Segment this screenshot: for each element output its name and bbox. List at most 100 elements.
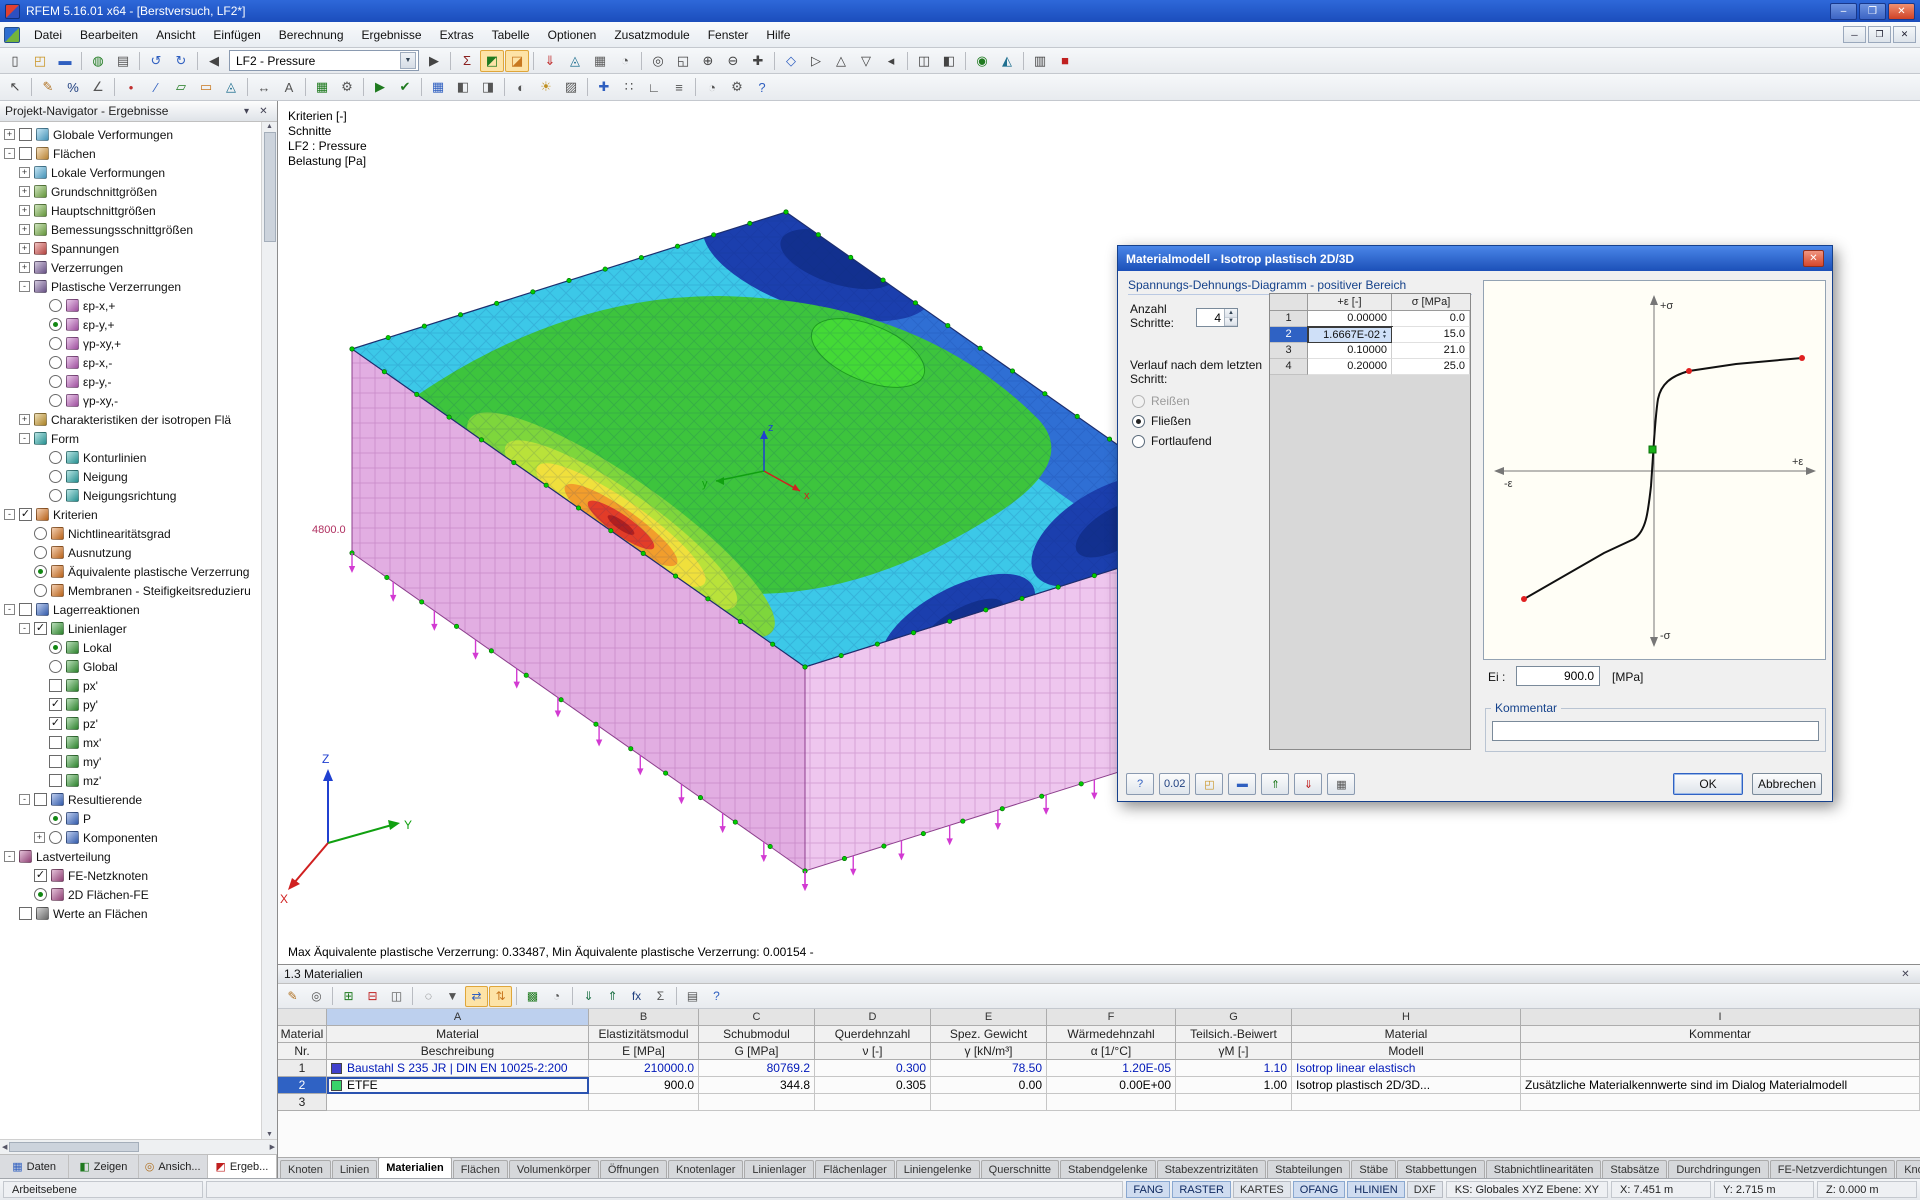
expand-icon[interactable]: + — [19, 224, 30, 235]
tree-item[interactable]: Ausnutzung — [0, 543, 259, 562]
radio-unselected[interactable] — [49, 337, 62, 350]
scrollbar-thumb[interactable] — [263, 132, 276, 242]
checkbox-unchecked[interactable] — [19, 128, 32, 141]
row-number[interactable]: 3 — [1270, 343, 1308, 359]
tree-item[interactable]: - Resultierende — [0, 790, 259, 809]
table-tab-9[interactable]: Liniengelenke — [895, 1160, 980, 1178]
function-fx-icon[interactable]: fx — [625, 986, 648, 1007]
column-letter-E[interactable]: E — [931, 1009, 1047, 1026]
column-letter-G[interactable]: G — [1176, 1009, 1292, 1026]
select-arrow-icon[interactable]: ↖ — [3, 76, 27, 98]
row-number[interactable]: 2 — [278, 1077, 327, 1094]
cell-E-1[interactable]: 78.50 — [931, 1060, 1047, 1077]
ei-value-field[interactable]: 900.0 — [1516, 666, 1600, 686]
tree-horizontal-scrollbar[interactable]: ◀ ▶ — [0, 1139, 277, 1154]
cell-E-3[interactable] — [931, 1094, 1047, 1111]
print-graphic-icon[interactable]: ▥ — [1028, 50, 1052, 72]
show-panel-icon[interactable]: ◨ — [476, 76, 500, 98]
scroll-down-icon[interactable]: ▼ — [266, 1131, 273, 1138]
tree-item[interactable]: Werte an Flächen — [0, 904, 259, 923]
tree-item[interactable]: Nichtlinearitätsgrad — [0, 524, 259, 543]
dialog-units-icon[interactable]: 0.02 — [1159, 773, 1191, 795]
menu-item-7[interactable]: Tabelle — [483, 24, 539, 46]
cell-H-1[interactable]: Isotrop linear elastisch — [1292, 1060, 1521, 1077]
redo-icon[interactable]: ↻ — [169, 50, 193, 72]
epsilon-cell[interactable]: 0.10000 — [1308, 343, 1392, 359]
mdi-minimize-button[interactable]: ─ — [1843, 26, 1866, 43]
cell-D-3[interactable] — [815, 1094, 931, 1111]
tree-item[interactable]: - Flächen — [0, 144, 259, 163]
table-help-icon[interactable]: ? — [705, 986, 728, 1007]
calculation-icon[interactable]: Σ — [455, 50, 479, 72]
next-load-case-icon[interactable]: ▶ — [422, 50, 446, 72]
radio-unselected[interactable] — [49, 299, 62, 312]
scroll-left-icon[interactable]: ◀ — [2, 1143, 7, 1151]
cell-B-3[interactable] — [589, 1094, 699, 1111]
tree-item[interactable]: - Form — [0, 429, 259, 448]
menu-item-2[interactable]: Ansicht — [147, 24, 204, 46]
table-tab-5[interactable]: Öffnungen — [599, 1160, 668, 1178]
expand-icon[interactable]: + — [34, 832, 45, 843]
dimensions-icon[interactable]: ↔ — [252, 76, 276, 98]
tree-item[interactable]: εp-x,- — [0, 353, 259, 372]
cell-I-3[interactable] — [1521, 1094, 1920, 1111]
pin-icon[interactable]: ▾ — [238, 103, 255, 119]
maximize-button[interactable]: ❐ — [1859, 2, 1886, 20]
row-number[interactable]: 1 — [1270, 311, 1308, 327]
tree-item[interactable]: - ✓ Kriterien — [0, 505, 259, 524]
tree-item[interactable]: mx' — [0, 733, 259, 752]
menu-item-1[interactable]: Bearbeiten — [71, 24, 147, 46]
checkbox-unchecked[interactable] — [19, 147, 32, 160]
table-tab-1[interactable]: Linien — [331, 1160, 378, 1178]
insert-support-icon[interactable]: ◬ — [219, 76, 243, 98]
delete-row-icon[interactable]: ⊟ — [361, 986, 384, 1007]
view-in-y-icon[interactable]: △ — [829, 50, 853, 72]
new-file-icon[interactable]: ▯ — [3, 50, 27, 72]
scroll-right-icon[interactable]: ▶ — [270, 1143, 275, 1151]
show-mesh-icon[interactable]: ▦ — [588, 50, 612, 72]
radio-unselected[interactable] — [1132, 394, 1145, 408]
measure-angle-icon[interactable]: ∠ — [86, 76, 110, 98]
zoom-all-icon[interactable]: ◎ — [646, 50, 670, 72]
expand-icon[interactable]: + — [19, 243, 30, 254]
table-tab-7[interactable]: Linienlager — [744, 1160, 815, 1178]
epsilon-cell[interactable]: 0.00000 — [1308, 311, 1392, 327]
collapse-icon[interactable]: - — [19, 623, 30, 634]
option-selected-1[interactable]: Fließen — [1132, 414, 1191, 428]
menu-item-0[interactable]: Datei — [25, 24, 71, 46]
cell-B-1[interactable]: 210000.0 — [589, 1060, 699, 1077]
tree-item[interactable]: Konturlinien — [0, 448, 259, 467]
collapse-icon[interactable]: - — [4, 148, 15, 159]
column-letter-D[interactable]: D — [815, 1009, 931, 1026]
cell-I-2[interactable]: Zusätzliche Materialkennwerte sind im Di… — [1521, 1077, 1920, 1094]
ok-button[interactable]: OK — [1673, 773, 1743, 795]
checkbox-unchecked[interactable] — [34, 793, 47, 806]
guidelines-icon[interactable]: ≡ — [667, 76, 691, 98]
radio-unselected[interactable] — [34, 584, 47, 597]
snap-icon[interactable]: ✚ — [592, 76, 616, 98]
toggle-fang[interactable]: FANG — [1126, 1181, 1171, 1198]
table-tab-16[interactable]: Stabnichtlinearitäten — [1485, 1160, 1602, 1178]
navigator-tab-3[interactable]: ◩ Ergeb... — [207, 1155, 277, 1178]
clipping-plane-icon[interactable]: ◭ — [995, 50, 1019, 72]
table-row[interactable]: 3 0.10000 21.0 — [1270, 343, 1470, 359]
zoom-out-icon[interactable]: ⊖ — [721, 50, 745, 72]
tree-item[interactable]: Membranen - Steifigkeitsreduzieru — [0, 581, 259, 600]
language-icon[interactable]: ◍ — [86, 50, 110, 72]
zoom-window-icon[interactable]: ◱ — [671, 50, 695, 72]
sum-icon[interactable]: Σ — [649, 986, 672, 1007]
tree-item[interactable]: + Lokale Verformungen — [0, 163, 259, 182]
ortho-mode-icon[interactable]: ∟ — [642, 76, 666, 98]
insert-node-icon[interactable]: • — [119, 76, 143, 98]
checkbox-unchecked[interactable] — [49, 736, 62, 749]
radio-unselected[interactable] — [1132, 434, 1145, 448]
tree-item[interactable]: + Hauptschnittgrößen — [0, 201, 259, 220]
spin-down-icon[interactable]: ▼ — [1225, 317, 1237, 326]
radio-selected[interactable] — [49, 641, 62, 654]
save-file-icon[interactable]: ▬ — [53, 50, 77, 72]
table-tab-6[interactable]: Knotenlager — [668, 1160, 744, 1178]
tree-item[interactable]: + Grundschnittgrößen — [0, 182, 259, 201]
column-letter-A[interactable]: A — [327, 1009, 589, 1026]
option-0[interactable]: Reißen — [1132, 394, 1190, 408]
table-tab-2[interactable]: Materialien — [378, 1157, 452, 1178]
